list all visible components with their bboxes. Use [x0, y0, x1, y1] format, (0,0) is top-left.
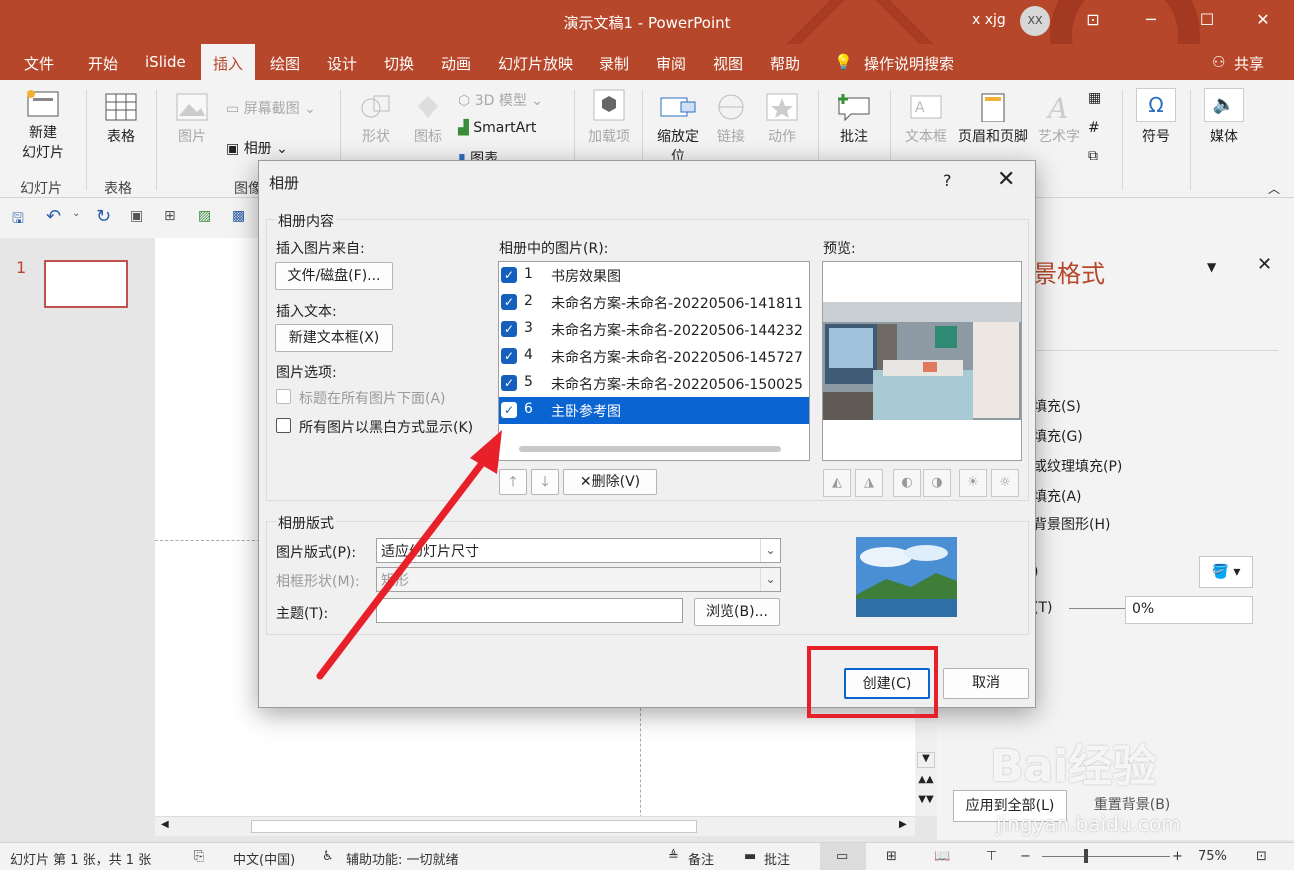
- watermark-url: jingyan.baidu.com: [996, 812, 1181, 836]
- watermark-brand: Bai经验: [990, 741, 1157, 792]
- annotation-highlight-box: [807, 646, 938, 718]
